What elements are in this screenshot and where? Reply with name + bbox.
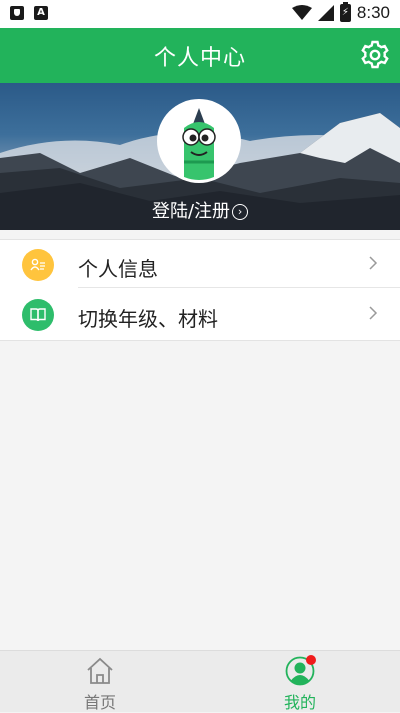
- battery-icon: ⚡: [339, 2, 351, 22]
- menu-item-personal-info[interactable]: 个人信息: [0, 240, 400, 290]
- book-icon: [22, 299, 54, 331]
- status-bar: A ⚡ 8:30: [0, 0, 400, 28]
- tab-home[interactable]: 首页: [0, 651, 200, 712]
- home-icon: [87, 657, 113, 684]
- avatar[interactable]: [157, 99, 241, 183]
- bottom-nav: 首页 我的: [0, 650, 400, 712]
- battery-charging-glyph: ⚡: [341, 7, 349, 18]
- tab-mine-label: 我的: [283, 693, 316, 712]
- menu-item-label: 切换年级、材料: [78, 307, 218, 331]
- login-register-link[interactable]: 登陆/注册 ›: [0, 197, 400, 223]
- app-header: 个人中心: [0, 28, 400, 83]
- wifi-icon: [291, 5, 312, 20]
- chevron-right-icon: [369, 306, 378, 320]
- tab-mine[interactable]: 我的: [200, 651, 400, 712]
- shield-icon: [10, 6, 24, 20]
- status-bar-right: ⚡ 8:30: [291, 2, 390, 23]
- menu-item-label: 个人信息: [78, 257, 158, 281]
- chevron-right-circle-icon: ›: [232, 204, 249, 220]
- status-bar-left-icons: A: [10, 6, 48, 20]
- profile-menu: 个人信息 切换年级、材料: [0, 239, 400, 341]
- divider: [78, 287, 400, 288]
- status-time: 8:30: [356, 3, 390, 22]
- person-info-icon: [22, 249, 54, 281]
- gear-icon[interactable]: [360, 40, 390, 70]
- page-title: 个人中心: [153, 46, 246, 71]
- signal-icon: [317, 5, 334, 21]
- pencil-mascot-icon: [160, 102, 238, 180]
- a-app-icon: A: [34, 6, 48, 20]
- notification-badge: [306, 655, 316, 665]
- profile-banner: 登陆/注册 ›: [0, 83, 400, 230]
- tab-home-label: 首页: [83, 693, 116, 712]
- login-register-label: 登陆/注册: [151, 201, 231, 222]
- chevron-right-icon: [369, 256, 378, 270]
- menu-item-switch-grade[interactable]: 切换年级、材料: [0, 290, 400, 340]
